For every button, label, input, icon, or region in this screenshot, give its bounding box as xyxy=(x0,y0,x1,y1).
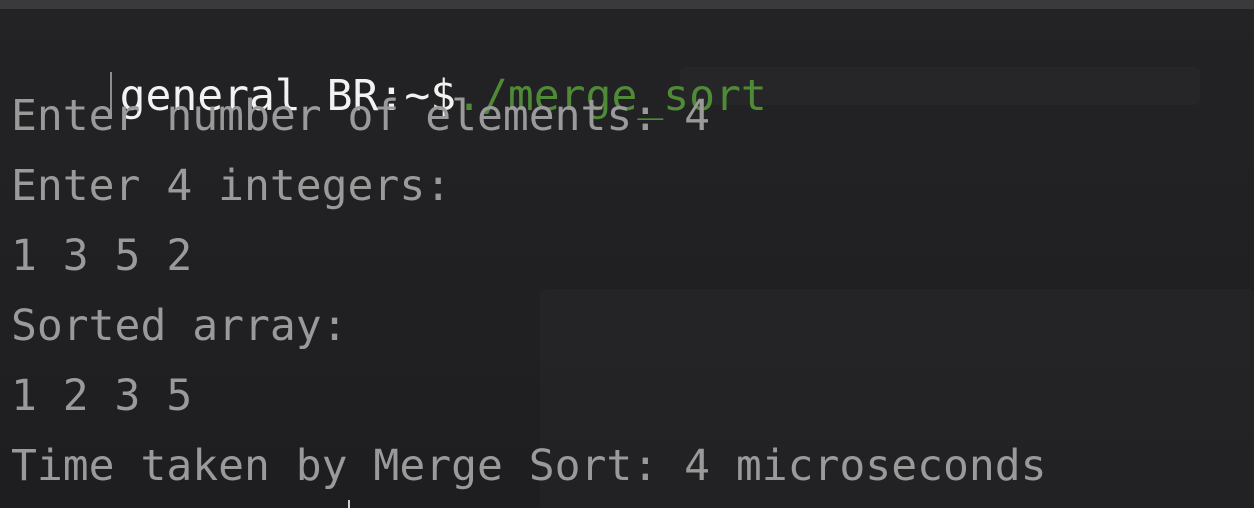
output-line-integers-prompt: Enter 4 integers: xyxy=(11,161,452,211)
text-caret xyxy=(348,500,350,508)
output-line-time-taken: Time taken by Merge Sort: 4 microseconds xyxy=(11,441,1047,491)
output-line-sorted-values: 1 2 3 5 xyxy=(11,371,193,421)
output-line-sorted-label: Sorted array: xyxy=(11,301,348,351)
output-line-input-values: 1 3 5 2 xyxy=(11,231,193,281)
output-line-elements-prompt: Enter number of elements: 4 xyxy=(11,91,710,141)
terminal-window[interactable]: general BR:~$./merge_sort Enter number o… xyxy=(0,0,1254,508)
